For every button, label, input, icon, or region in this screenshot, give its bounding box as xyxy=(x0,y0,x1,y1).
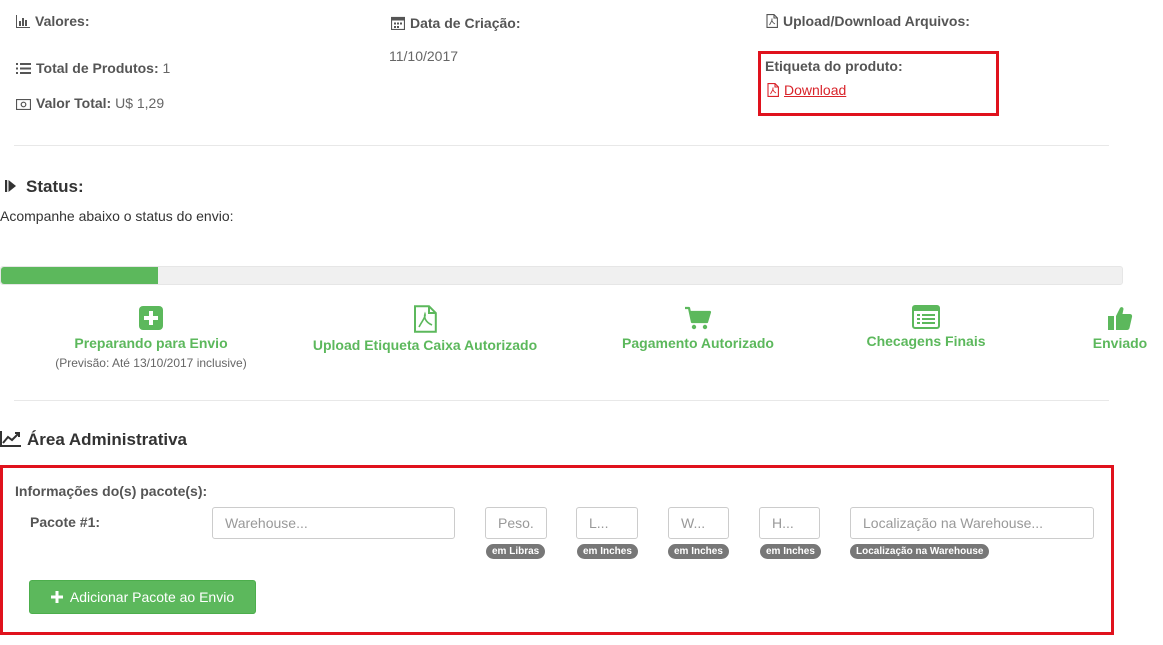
status-step-checks: Checagens Finais xyxy=(846,305,1006,349)
creation-date-label: Data de Criação: xyxy=(410,15,521,31)
thumbs-up-icon xyxy=(1108,307,1133,330)
total-products-row: Total de Produtos: 1 xyxy=(16,60,170,76)
width-input[interactable] xyxy=(668,507,729,539)
total-value-label: Valor Total: xyxy=(36,95,112,111)
calendar-icon xyxy=(391,16,405,30)
add-package-button[interactable]: Adicionar Pacote ao Envio xyxy=(29,580,256,614)
plus-square-icon xyxy=(139,306,163,330)
divider xyxy=(14,145,1109,146)
total-products-label: Total de Produtos: xyxy=(36,60,159,76)
warehouse-input[interactable] xyxy=(212,507,455,539)
status-progress-bar xyxy=(0,266,1123,285)
step-label: Checagens Finais xyxy=(866,333,986,349)
length-unit-badge: em Inches xyxy=(577,544,638,559)
admin-title: Área Administrativa xyxy=(27,430,187,449)
line-chart-icon xyxy=(0,431,21,447)
status-description: Acompanhe abaixo o status do envio: xyxy=(0,208,234,224)
step-label: Enviado xyxy=(1092,335,1148,351)
step-forecast: (Previsão: Até 13/10/2017 inclusive) xyxy=(55,356,247,370)
width-unit-badge: em Inches xyxy=(668,544,729,559)
values-heading: Valores: xyxy=(16,13,89,29)
package-label: Pacote #1: xyxy=(30,514,101,530)
step-label: Preparando para Envio xyxy=(74,335,228,351)
total-value-row: Valor Total: U$ 1,29 xyxy=(16,95,164,111)
step-forward-icon xyxy=(5,180,16,192)
list-ordered-icon xyxy=(16,63,31,74)
total-value-value: U$ 1,29 xyxy=(115,95,165,111)
admin-heading: Área Administrativa xyxy=(0,430,187,450)
total-products-value: 1 xyxy=(162,60,171,76)
creation-date-value: 11/10/2017 xyxy=(389,48,459,64)
bar-chart-icon xyxy=(16,15,30,28)
weight-unit-badge: em Libras xyxy=(486,544,546,559)
pdf-file-icon xyxy=(414,305,437,333)
location-badge: Localização na Warehouse xyxy=(850,544,990,559)
pdf-file-icon xyxy=(767,83,779,97)
creation-date-heading: Data de Criação: xyxy=(391,15,520,31)
money-bill-icon xyxy=(16,99,31,110)
status-progress-fill xyxy=(1,267,158,284)
step-label: Upload Etiqueta Caixa Autorizado xyxy=(312,337,538,353)
pdf-file-icon xyxy=(766,14,778,28)
download-link[interactable]: Download xyxy=(767,82,846,98)
status-step-sent: Enviado xyxy=(1088,305,1152,351)
add-package-label: Adicionar Pacote ao Envio xyxy=(69,589,235,605)
divider xyxy=(14,400,1109,401)
status-step-preparing: Preparando para Envio (Previsão: Até 13/… xyxy=(40,305,262,370)
status-title: Status: xyxy=(26,177,84,196)
status-step-upload: Upload Etiqueta Caixa Autorizado xyxy=(295,305,555,353)
height-input[interactable] xyxy=(759,507,820,539)
upload-download-heading: Upload/Download Arquivos: xyxy=(766,13,970,29)
cart-icon xyxy=(685,306,712,330)
height-unit-badge: em Inches xyxy=(760,544,821,559)
step-label: Pagamento Autorizado xyxy=(622,335,774,351)
values-label: Valores: xyxy=(35,13,90,29)
packages-title: Informações do(s) pacote(s): xyxy=(15,483,208,499)
list-icon xyxy=(912,305,940,329)
status-step-payment: Pagamento Autorizado xyxy=(598,305,798,351)
download-link-label: Download xyxy=(784,82,847,98)
status-heading: Status: xyxy=(4,177,84,197)
product-label-title: Etiqueta do produto: xyxy=(765,58,903,74)
upload-download-label: Upload/Download Arquivos: xyxy=(783,13,970,29)
weight-input[interactable] xyxy=(485,507,547,539)
plus-icon xyxy=(50,591,63,603)
length-input[interactable] xyxy=(576,507,638,539)
location-input[interactable] xyxy=(850,507,1094,539)
